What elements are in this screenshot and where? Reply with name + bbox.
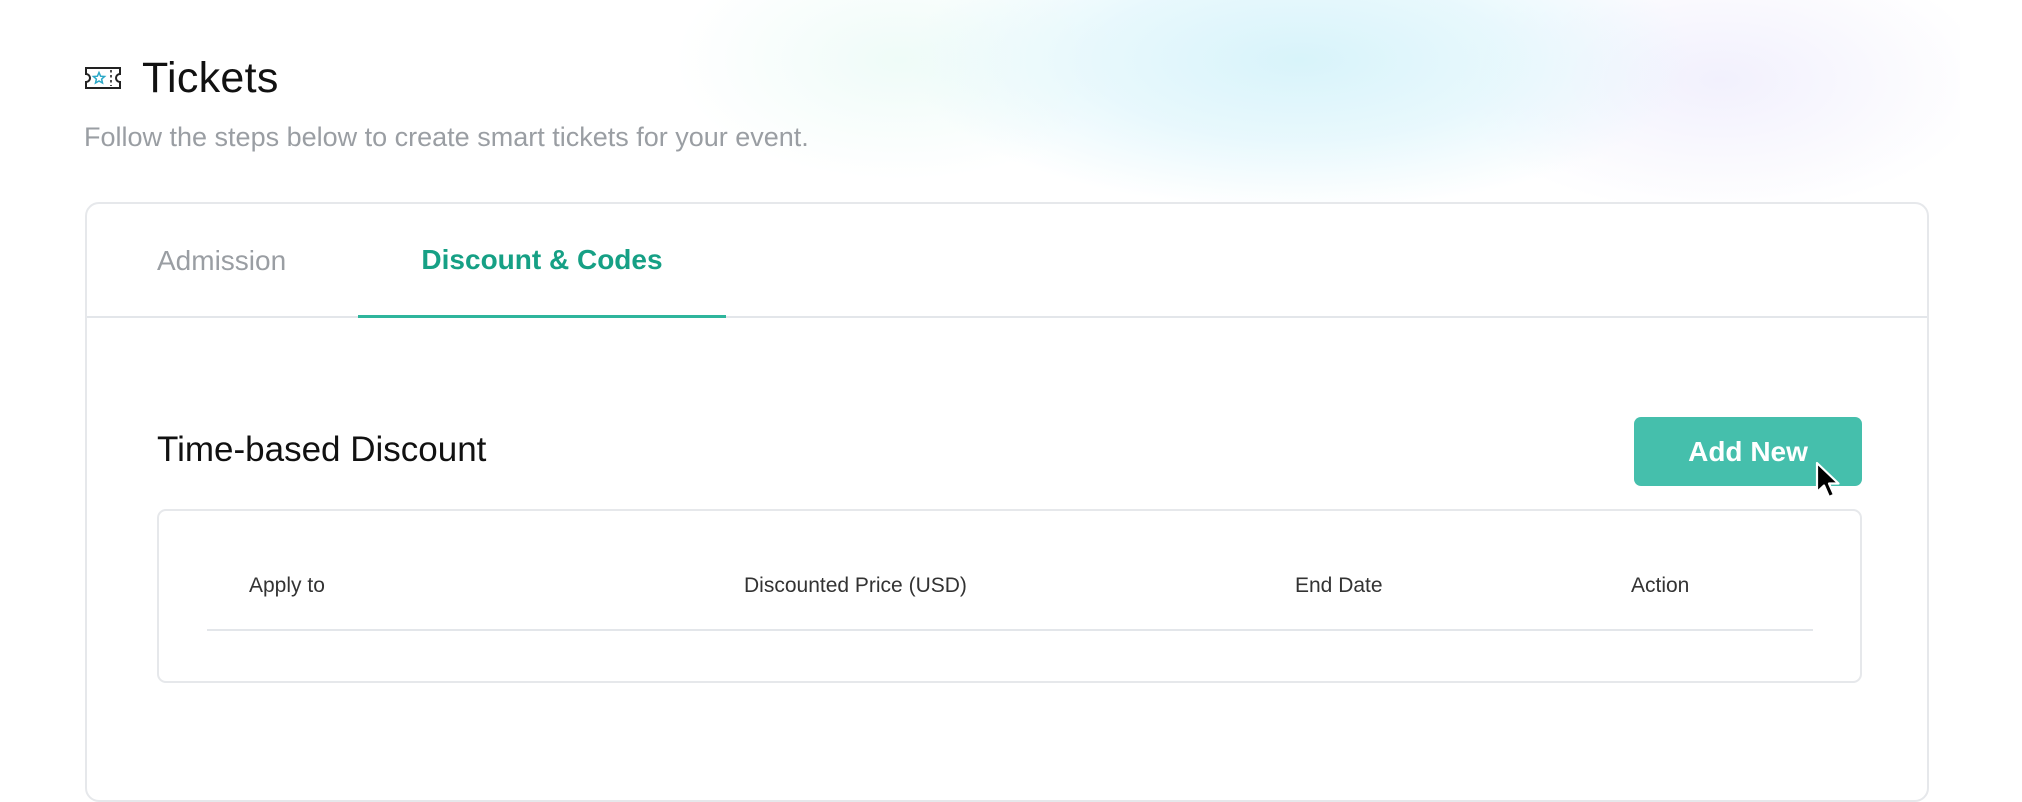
tab-discount-codes[interactable]: Discount & Codes	[358, 204, 726, 318]
ticket-icon	[84, 65, 122, 91]
tickets-card: Admission Discount & Codes Time-based Di…	[85, 202, 1929, 802]
table-header-row: Apply to Discounted Price (USD) End Date…	[207, 511, 1813, 631]
column-header-discounted-price: Discounted Price (USD)	[744, 574, 967, 597]
tab-admission[interactable]: Admission	[157, 204, 286, 318]
add-new-button[interactable]: Add New	[1634, 417, 1862, 486]
page-subtitle: Follow the steps below to create smart t…	[84, 122, 809, 152]
discount-table: Apply to Discounted Price (USD) End Date…	[157, 509, 1862, 683]
title-row: Tickets	[84, 48, 2022, 108]
tab-bar: Admission Discount & Codes	[87, 204, 1927, 318]
column-header-end-date: End Date	[1295, 574, 1383, 597]
header-background-gradient	[640, 0, 1960, 230]
section-title: Time-based Discount	[157, 430, 487, 469]
column-header-apply-to: Apply to	[249, 574, 325, 597]
column-header-action: Action	[1631, 574, 1690, 597]
page-header: Tickets	[84, 48, 2022, 108]
page-title: Tickets	[142, 53, 279, 102]
